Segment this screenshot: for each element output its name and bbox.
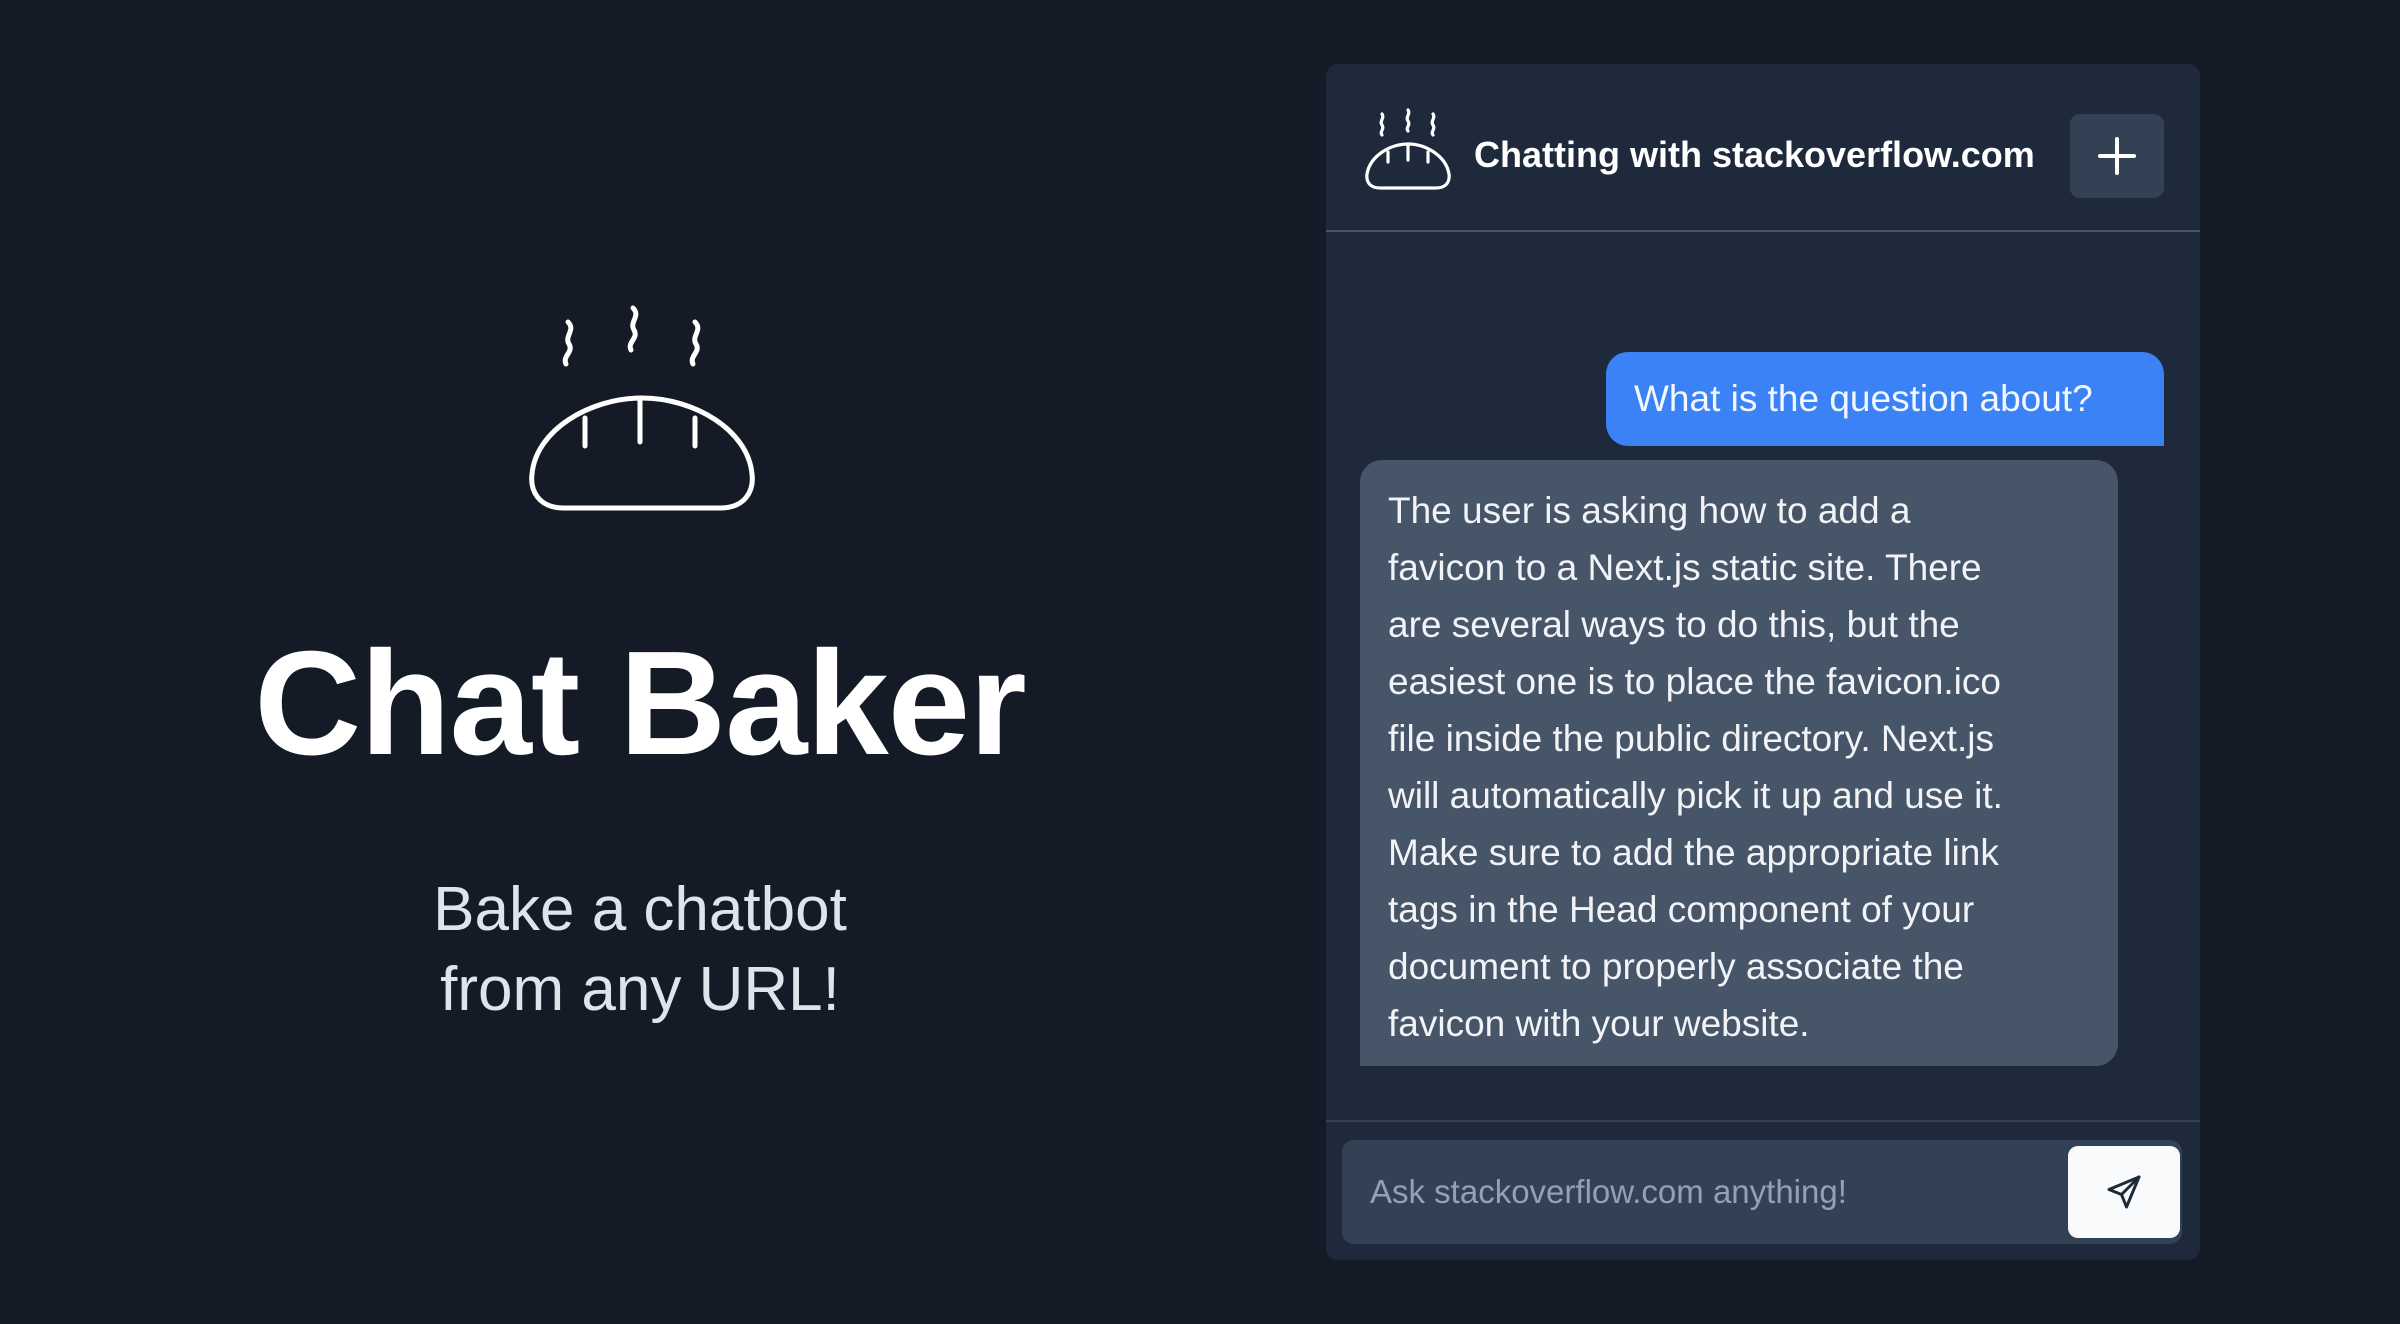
- app-subtitle-line: Bake a chatbot: [433, 875, 847, 944]
- assistant-message-line: are several ways to do this, but the: [1388, 604, 1960, 645]
- assistant-message-line: favicon to a Next.js static site. There: [1388, 547, 1982, 588]
- assistant-message-line: The user is asking how to add a: [1388, 490, 1911, 531]
- hero-section: Chat Baker Bake a chatbot from any URL!: [160, 290, 1120, 1030]
- assistant-message-line: document to properly associate the: [1388, 946, 1964, 987]
- bread-icon: [529, 305, 755, 511]
- app-title: Chat Baker: [254, 621, 1026, 786]
- assistant-message-line: tags in the Head component of your: [1388, 889, 1975, 930]
- ask-input[interactable]: [1342, 1140, 2062, 1244]
- bread-icon: [1365, 108, 1451, 190]
- assistant-message: The user is asking how to add a favicon …: [1360, 460, 2118, 1066]
- chat-header-title: Chatting with stackoverflow.com: [1474, 134, 2035, 175]
- user-message: What is the question about?: [1606, 352, 2164, 446]
- new-chat-button[interactable]: [2070, 114, 2164, 198]
- input-bar: [1326, 1120, 2200, 1260]
- message-list: What is the question about? The user is …: [1326, 234, 2200, 1184]
- assistant-message-line: Make sure to add the appropriate link: [1388, 832, 1999, 873]
- app-subtitle: Bake a chatbot from any URL!: [433, 870, 847, 1030]
- send-icon: [2107, 1175, 2141, 1209]
- plus-icon: [2098, 137, 2136, 175]
- app-subtitle-line: from any URL!: [440, 955, 840, 1024]
- chat-header: Chatting with stackoverflow.com: [1326, 64, 2200, 232]
- assistant-message-line: favicon with your website.: [1388, 1003, 1810, 1044]
- assistant-message-line: will automatically pick it up and use it…: [1388, 775, 2003, 816]
- assistant-message-line: easiest one is to place the favicon.ico: [1388, 661, 2001, 702]
- send-button[interactable]: [2068, 1146, 2180, 1238]
- chat-panel: Chatting with stackoverflow.com What is …: [1326, 64, 2200, 1260]
- input-container: [1342, 1140, 2182, 1244]
- assistant-message-line: file inside the public directory. Next.j…: [1388, 718, 1994, 759]
